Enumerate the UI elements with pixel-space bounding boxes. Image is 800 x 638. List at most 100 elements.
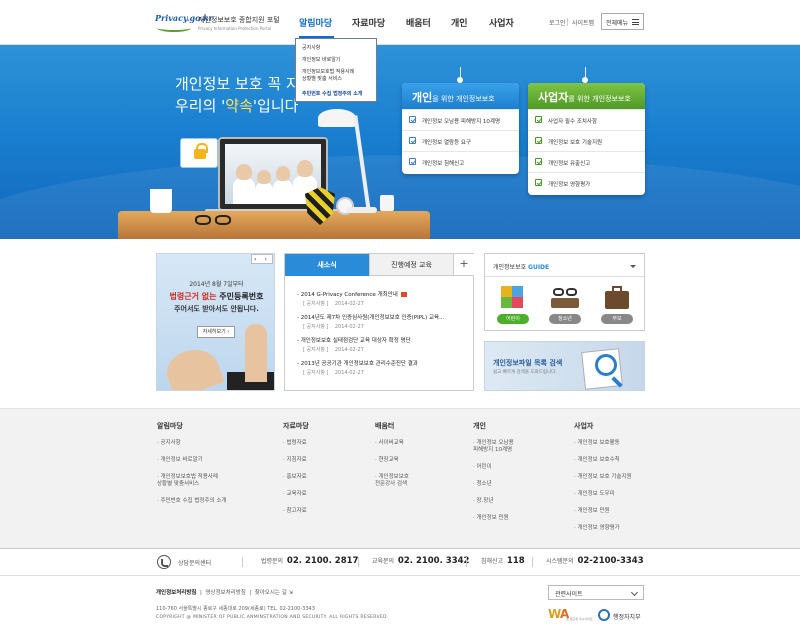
personal-item-1[interactable]: 개인정보 오남용 피해방지 10계명 bbox=[402, 109, 519, 130]
puzzle-piece bbox=[512, 286, 523, 297]
nav-business[interactable]: 사업자 bbox=[489, 16, 514, 29]
divider bbox=[466, 557, 467, 567]
dropdown-item-custom-service[interactable]: 상황별 맞춤 서비스 bbox=[302, 76, 342, 83]
check-icon bbox=[409, 116, 416, 123]
all-menu-button[interactable]: 전체메뉴 bbox=[601, 13, 644, 30]
cctv-policy-link[interactable]: 영상정보처리방침 bbox=[205, 590, 245, 596]
sitemap-link[interactable]: · 참고자료 bbox=[283, 508, 309, 515]
nav-resources[interactable]: 자료마당 bbox=[352, 16, 385, 29]
business-panel-header[interactable]: 사업자를 위한 개인정보보호 bbox=[528, 83, 645, 109]
login-link[interactable]: 로그인 bbox=[549, 18, 566, 27]
promo-prev-next-buttons[interactable]: ‹ › bbox=[251, 254, 273, 264]
sitemap-link[interactable]: · 주민번호 수집 법정주의 소개 bbox=[157, 498, 226, 505]
personal-item-2[interactable]: 개인정보 열람등 요구 bbox=[402, 130, 519, 151]
chevron-down-icon[interactable] bbox=[630, 265, 636, 268]
personal-item-3[interactable]: 개인정보 침해신고 bbox=[402, 151, 519, 172]
news-item[interactable]: - 개인정보보호 실태점검단 교육 대상자 확정 명단 [ 공지사항 ] 201… bbox=[297, 336, 411, 353]
sitemap-link[interactable]: · 개인정보 보호수칙 bbox=[574, 457, 632, 464]
nav-notice[interactable]: 알림마당 bbox=[299, 16, 332, 29]
site-logo[interactable]: Privacy.go.kr bbox=[155, 12, 213, 34]
wa-logo-caption: 웹 접근성 우수사이트 bbox=[566, 617, 593, 621]
sitemap-heading[interactable]: 배움터 bbox=[375, 421, 409, 431]
promo-date: 2014년 8월 7일부터 bbox=[189, 281, 244, 288]
business-panel-title-bold: 사업자 bbox=[538, 91, 569, 104]
news-item[interactable]: - 2014년도 제7차 인증심사원(개인정보보호 인증(PIPL) 교육...… bbox=[297, 313, 444, 330]
hero-line2-suffix: '입니다 bbox=[252, 97, 299, 115]
privacy-policy-link[interactable]: 개인정보처리방침 bbox=[156, 590, 196, 596]
sitemap-link[interactable]: · 개인정보 바로알기 bbox=[157, 457, 226, 464]
guide-teens-button[interactable]: 청소년 bbox=[549, 314, 581, 324]
business-panel-title-rest: 를 위한 개인정보보호 bbox=[568, 95, 631, 103]
promo-banner[interactable]: 2014년 8월 7일부터 법령근거 없는 주민등록번호 주어서도 받아서도 안… bbox=[156, 253, 275, 391]
check-icon bbox=[535, 179, 542, 186]
nav-individual[interactable]: 개인 bbox=[451, 16, 468, 29]
sitemap-link[interactable]: · 개인정보 보호 기술지원 bbox=[574, 474, 632, 481]
personal-panel: 개인을 위한 개인정보보호 개인정보 오남용 피해방지 10계명 개인정보 열람… bbox=[402, 83, 519, 174]
news-title: - 2014 G-Privacy Conference 개최안내 bbox=[297, 290, 407, 298]
footer-copyright: COPYRIGHT @ MINISTER OF PUBLIC ANMINSTRA… bbox=[156, 615, 389, 620]
file-list-search-banner[interactable]: 개인정보파일 목록 검색 쉽고 빠르게 검색을 도와드립니다. bbox=[484, 341, 645, 391]
glasses-lens bbox=[566, 288, 577, 296]
sitemap-heading[interactable]: 개인 bbox=[473, 421, 514, 431]
sitemap-link[interactable]: · 지침자료 bbox=[283, 457, 309, 464]
sitemap-link[interactable]: · 개인정보보호법 적용사례 상황별 맞춤서비스 bbox=[157, 474, 226, 488]
sitemap-link[interactable]: 사이트맵 bbox=[572, 18, 594, 27]
sitemap-link[interactable]: · 개인정보 도우미 bbox=[574, 491, 632, 498]
business-item-1[interactable]: 사업자 필수 조치사항 bbox=[528, 109, 645, 130]
dropdown-item-law-cases[interactable]: 개인정보보호법 적용사례 bbox=[302, 69, 354, 76]
more-plus-button[interactable]: + bbox=[453, 254, 474, 276]
sitemap-link[interactable]: · 개인정보 영향평가 bbox=[574, 525, 632, 532]
sitemap-link[interactable]: · 청소년 bbox=[473, 481, 514, 488]
puzzle-icon bbox=[499, 284, 527, 310]
sitemap-link[interactable]: · 교육자료 bbox=[283, 491, 309, 498]
related-sites-select[interactable]: 관련사이트 bbox=[548, 585, 644, 600]
map-pin-icon: ⇲ bbox=[288, 590, 294, 596]
hero-headline-2: 우리의 '약속'입니다 bbox=[175, 95, 298, 116]
ministry-logo[interactable]: 행정자치부 bbox=[598, 607, 646, 625]
news-item[interactable]: - 2013년 공공기관 개인정보보호 관리수준진단 결과 [ 공지사항 ] 2… bbox=[297, 359, 418, 376]
news-category: [ 공지사항 ] bbox=[303, 370, 329, 376]
contact-report: 침해신고 118 bbox=[481, 556, 525, 566]
dropdown-item-rrn-law[interactable]: 주민번호 수집 법정주의 소개 bbox=[302, 91, 362, 98]
sitemap-link[interactable]: · 개인정보 보호활동 bbox=[574, 440, 632, 447]
divider bbox=[242, 557, 243, 567]
personal-panel-header[interactable]: 개인을 위한 개인정보보호 bbox=[402, 83, 519, 109]
nav-learning[interactable]: 배움터 bbox=[406, 16, 431, 29]
guide-title[interactable]: 개인정보보호 GUIDE bbox=[493, 262, 549, 271]
personal-item-label: 개인정보 오남용 피해방지 10계명 bbox=[422, 119, 501, 125]
sitemap-link[interactable]: · 개인정보 민원 bbox=[574, 508, 632, 515]
business-item-4[interactable]: 개인정보 영향평가 bbox=[528, 172, 645, 193]
puzzle-piece bbox=[512, 297, 523, 308]
contact-number: 02. 2100. 3342 bbox=[397, 556, 470, 566]
business-item-3[interactable]: 개인정보 유출신고 bbox=[528, 151, 645, 172]
business-panel: 사업자를 위한 개인정보보호 사업자 필수 조치사항 개인정보 보호 기술지원 … bbox=[528, 83, 645, 195]
sitemap-link[interactable]: · 장.장년 bbox=[473, 498, 514, 505]
person-body bbox=[255, 182, 273, 204]
directions-link[interactable]: 찾아오시는 길 bbox=[255, 590, 287, 596]
sitemap-link[interactable]: · 홍보자료 bbox=[283, 474, 309, 481]
sitemap-heading[interactable]: 자료마당 bbox=[283, 421, 309, 431]
sitemap-link[interactable]: · 법령자료 bbox=[283, 440, 309, 447]
sitemap-link[interactable]: · 개인정보보호 전문강사 검색 bbox=[375, 474, 409, 488]
business-item-2[interactable]: 개인정보 보호 기술지원 bbox=[528, 130, 645, 151]
sitemap-link[interactable]: · 사이버교육 bbox=[375, 440, 409, 447]
promo-details-button[interactable]: 자세히보기 › bbox=[197, 326, 235, 338]
news-meta: [ 공지사항 ] 2014-02-27 bbox=[297, 369, 418, 376]
person-head bbox=[257, 170, 271, 184]
tab-upcoming-education[interactable]: 진행예정 교육 bbox=[369, 254, 453, 276]
dropdown-item-privacy-basics[interactable]: 개인정보 바로알기 bbox=[302, 57, 340, 64]
sitemap-link[interactable]: · 개인정보 오남용 피해방지 10계명 bbox=[473, 440, 514, 454]
sitemap-link[interactable]: · 현장교육 bbox=[375, 457, 409, 464]
dropdown-item-notice[interactable]: 공지사항 bbox=[302, 45, 320, 52]
sitemap-link[interactable]: · 개인정보 민원 bbox=[473, 515, 514, 522]
news-item[interactable]: - 2014 G-Privacy Conference 개최안내 [ 공지사항 … bbox=[297, 290, 407, 307]
sitemap-link[interactable]: · 공지사항 bbox=[157, 440, 226, 447]
sitemap-heading[interactable]: 사업자 bbox=[574, 421, 632, 431]
tab-news[interactable]: 새소식 bbox=[285, 254, 369, 276]
guide-children-button[interactable]: 어린이 bbox=[497, 314, 529, 324]
sitemap-link[interactable]: · 어린이 bbox=[473, 464, 514, 471]
promo-subline: 주어서도 받아서도 안됩니다. bbox=[174, 305, 259, 313]
guide-parents-button[interactable]: 부모 bbox=[601, 314, 633, 324]
contact-bar: 상담문의센터 법령문의 02. 2100. 2817 교육문의 02. 2100… bbox=[0, 548, 800, 576]
sitemap-heading[interactable]: 알림마당 bbox=[157, 421, 226, 431]
